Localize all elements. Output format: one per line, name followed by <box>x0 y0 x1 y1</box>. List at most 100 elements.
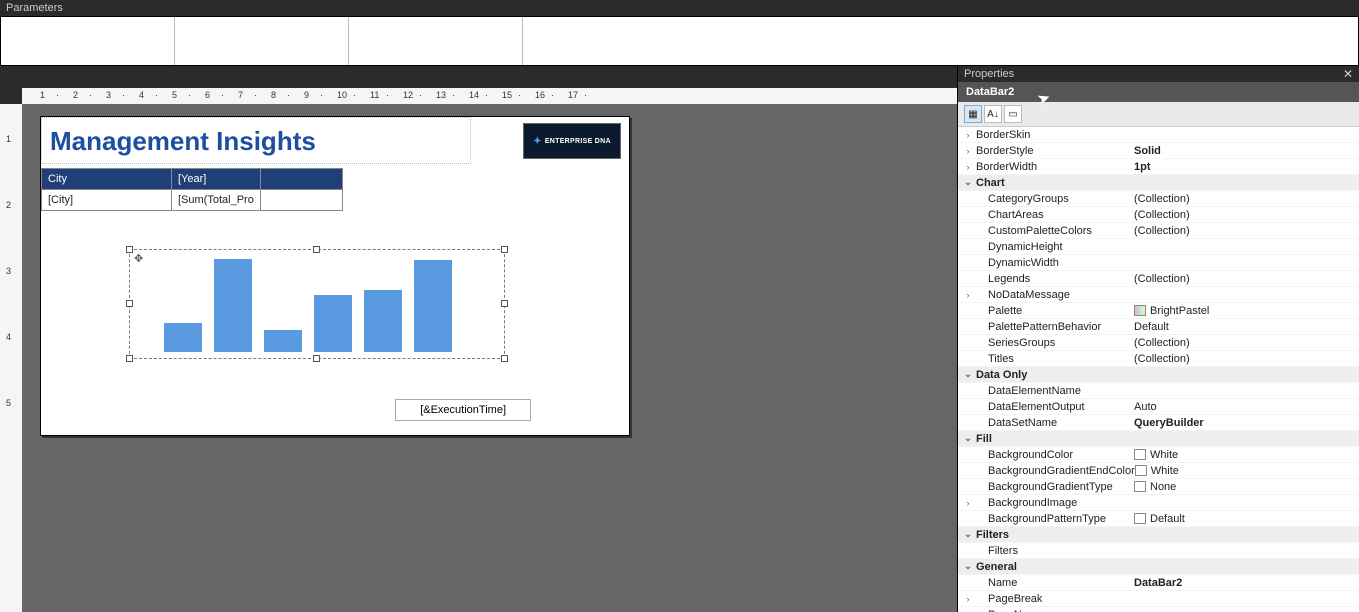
property-category[interactable]: ⌄Chart <box>958 175 1359 191</box>
expander-icon[interactable]: · <box>962 322 974 332</box>
report-canvas[interactable]: Management Insights ✦ENTERPRISE DNA City… <box>22 104 957 612</box>
property-row[interactable]: ·Legends(Collection) <box>958 271 1359 287</box>
resize-handle[interactable] <box>126 246 133 253</box>
property-row[interactable]: ·DynamicHeight <box>958 239 1359 255</box>
expander-icon[interactable]: · <box>962 386 974 396</box>
property-row[interactable]: ›BorderStyleSolid <box>958 143 1359 159</box>
tablix-cell-value[interactable]: [Sum(Total_Pro <box>172 190 261 211</box>
property-category[interactable]: ⌄General <box>958 559 1359 575</box>
property-value[interactable]: Auto <box>1134 401 1359 413</box>
expander-icon[interactable]: · <box>962 482 974 492</box>
property-row[interactable]: ·DataElementOutputAuto <box>958 399 1359 415</box>
logo-image[interactable]: ✦ENTERPRISE DNA <box>523 123 621 159</box>
property-row[interactable]: ·CategoryGroups(Collection) <box>958 191 1359 207</box>
property-value[interactable]: White <box>1134 449 1359 461</box>
property-pages-button[interactable]: ▭ <box>1004 105 1022 123</box>
alphabetical-view-button[interactable]: A↓ <box>984 105 1002 123</box>
expander-icon[interactable]: · <box>962 194 974 204</box>
expander-icon[interactable]: ⌄ <box>962 529 974 540</box>
expander-icon[interactable]: · <box>962 466 974 476</box>
expander-icon[interactable]: · <box>962 354 974 364</box>
expander-icon[interactable]: › <box>962 146 974 156</box>
property-value[interactable]: (Collection) <box>1134 209 1359 221</box>
property-row[interactable]: ·DataElementName <box>958 383 1359 399</box>
chart-bar[interactable] <box>214 259 252 352</box>
expander-icon[interactable]: · <box>962 450 974 460</box>
tablix-header-blank[interactable] <box>260 169 342 190</box>
property-value[interactable]: White <box>1135 465 1359 477</box>
property-category[interactable]: ⌄Filters <box>958 527 1359 543</box>
expander-icon[interactable]: · <box>962 274 974 284</box>
property-value[interactable]: DataBar2 <box>1134 577 1359 589</box>
property-value[interactable]: (Collection) <box>1134 353 1359 365</box>
property-value[interactable]: (Collection) <box>1134 337 1359 349</box>
chart-bar[interactable] <box>414 260 452 352</box>
property-row[interactable]: ›BorderWidth1pt <box>958 159 1359 175</box>
tablix-cell-city[interactable]: [City] <box>42 190 172 211</box>
property-value[interactable]: (Collection) <box>1134 193 1359 205</box>
expander-icon[interactable]: · <box>962 578 974 588</box>
databar-chart[interactable]: ✥ <box>129 249 505 359</box>
execution-time-textbox[interactable]: [&ExecutionTime] <box>395 399 531 421</box>
expander-icon[interactable]: · <box>962 210 974 220</box>
property-category[interactable]: ⌄Fill <box>958 431 1359 447</box>
property-row[interactable]: ›PageBreak <box>958 591 1359 607</box>
property-row[interactable]: ›NoDataMessage <box>958 287 1359 303</box>
report-title[interactable]: Management Insights <box>41 117 471 164</box>
property-row[interactable]: ·BackgroundGradientTypeNone <box>958 479 1359 495</box>
property-value[interactable]: (Collection) <box>1134 273 1359 285</box>
resize-handle[interactable] <box>501 300 508 307</box>
param-cell[interactable] <box>349 17 523 65</box>
property-value[interactable]: None <box>1134 481 1359 493</box>
property-row[interactable]: ·DynamicWidth <box>958 255 1359 271</box>
expander-icon[interactable]: ⌄ <box>962 177 974 188</box>
expander-icon[interactable]: › <box>962 162 974 172</box>
property-row[interactable]: ·CustomPaletteColors(Collection) <box>958 223 1359 239</box>
expander-icon[interactable]: › <box>962 594 974 604</box>
expander-icon[interactable]: · <box>962 418 974 428</box>
property-value[interactable]: Default <box>1134 513 1359 525</box>
expander-icon[interactable]: › <box>962 498 974 508</box>
expander-icon[interactable]: · <box>962 258 974 268</box>
param-cell[interactable] <box>523 17 1358 65</box>
property-row[interactable]: ·Titles(Collection) <box>958 351 1359 367</box>
resize-handle[interactable] <box>313 246 320 253</box>
close-icon[interactable]: ✕ <box>1343 67 1353 81</box>
chart-bar[interactable] <box>364 290 402 352</box>
selected-object-name[interactable]: DataBar2 ➤ <box>958 82 1359 102</box>
resize-handle[interactable] <box>126 355 133 362</box>
param-cell[interactable] <box>175 17 349 65</box>
resize-handle[interactable] <box>501 246 508 253</box>
categorized-view-button[interactable]: ▦ <box>964 105 982 123</box>
property-row[interactable]: ›BackgroundImage <box>958 495 1359 511</box>
parameters-grid[interactable] <box>0 16 1359 66</box>
chart-bar[interactable] <box>264 330 302 352</box>
chart-bar[interactable] <box>314 295 352 352</box>
property-row[interactable]: ·PageName <box>958 607 1359 612</box>
property-value[interactable]: QueryBuilder <box>1134 417 1359 429</box>
properties-grid[interactable]: ›BorderSkin›BorderStyleSolid›BorderWidth… <box>958 127 1359 612</box>
property-row[interactable]: ·PaletteBrightPastel <box>958 303 1359 319</box>
property-row[interactable]: ·BackgroundGradientEndColorWhite <box>958 463 1359 479</box>
tablix-cell-blank[interactable] <box>260 190 342 211</box>
expander-icon[interactable]: · <box>962 306 974 316</box>
property-row[interactable]: ·Filters <box>958 543 1359 559</box>
property-row[interactable]: ·SeriesGroups(Collection) <box>958 335 1359 351</box>
property-value[interactable]: BrightPastel <box>1134 305 1359 317</box>
resize-handle[interactable] <box>313 355 320 362</box>
resize-handle[interactable] <box>126 300 133 307</box>
expander-icon[interactable]: · <box>962 338 974 348</box>
property-row[interactable]: ›BorderSkin <box>958 127 1359 143</box>
expander-icon[interactable]: ⌄ <box>962 561 974 572</box>
expander-icon[interactable]: · <box>962 226 974 236</box>
expander-icon[interactable]: · <box>962 242 974 252</box>
tablix-header-year[interactable]: [Year] <box>172 169 261 190</box>
resize-handle[interactable] <box>501 355 508 362</box>
tablix-header-city[interactable]: City <box>42 169 172 190</box>
property-row[interactable]: ·BackgroundPatternTypeDefault <box>958 511 1359 527</box>
report-body[interactable]: Management Insights ✦ENTERPRISE DNA City… <box>40 116 630 436</box>
property-row[interactable]: ·ChartAreas(Collection) <box>958 207 1359 223</box>
expander-icon[interactable]: · <box>962 546 974 556</box>
expander-icon[interactable]: · <box>962 514 974 524</box>
property-value[interactable]: Solid <box>1134 145 1359 157</box>
